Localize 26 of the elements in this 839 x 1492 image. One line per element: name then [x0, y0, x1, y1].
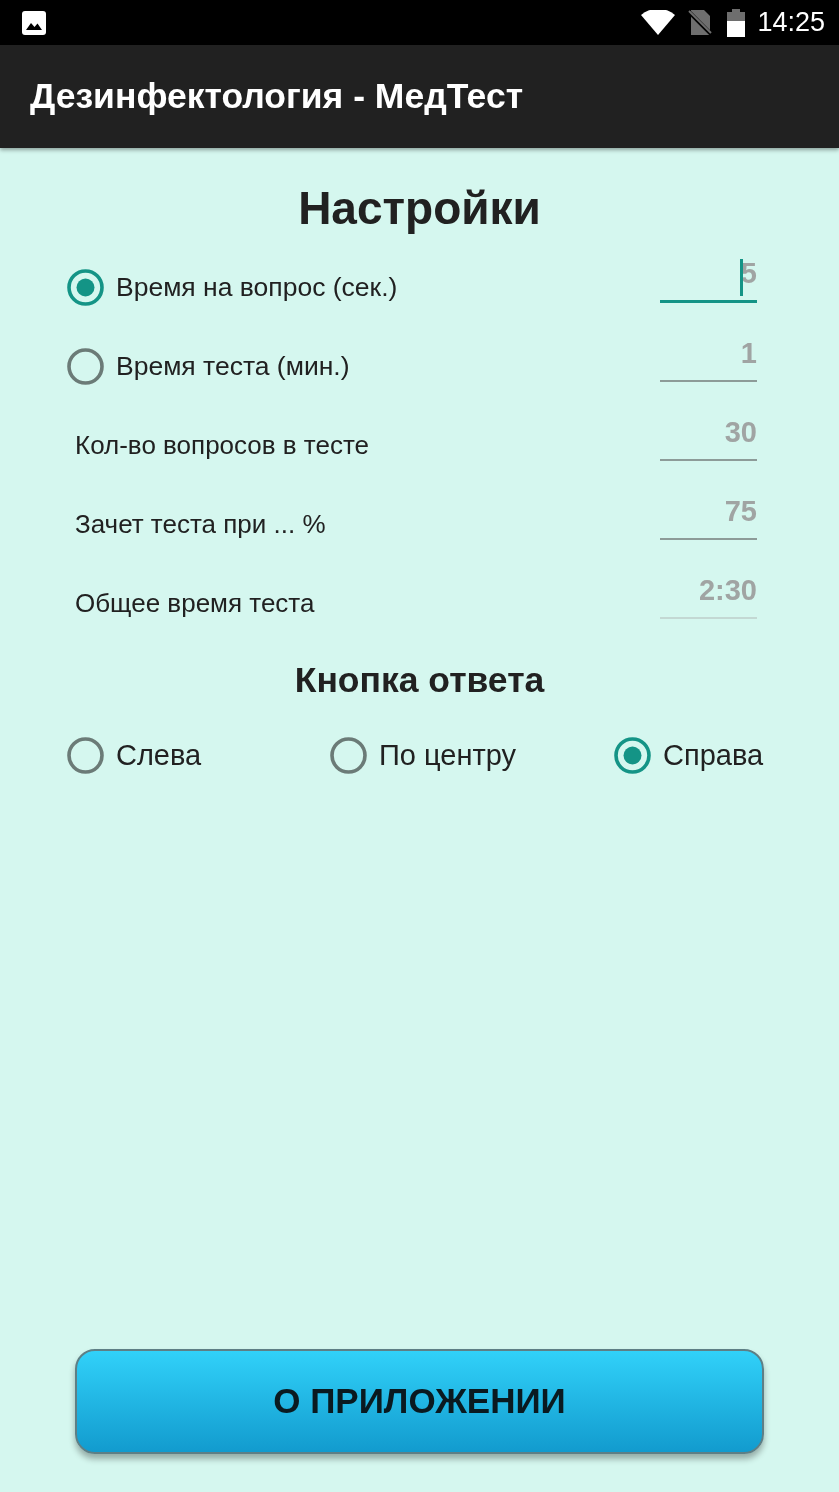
radio-button[interactable] — [614, 737, 651, 775]
input-field[interactable]: 30 — [660, 410, 757, 461]
radio-button[interactable] — [67, 348, 104, 386]
setting-label: Общее время теста — [75, 588, 315, 620]
settings-heading: Настройки — [297, 181, 542, 236]
setting-label: Зачет теста при ... % — [75, 509, 326, 541]
image-icon — [22, 10, 46, 35]
app-title: Дезинфектология - МедТест — [30, 75, 523, 118]
no-sim-icon — [688, 10, 713, 35]
radio-label: По центру — [379, 738, 517, 774]
clock-time: 14:25 — [757, 9, 825, 36]
about-button[interactable]: О ПРИЛОЖЕНИИ — [75, 1349, 764, 1454]
setting-label: Кол-во вопросов в тесте — [75, 430, 370, 462]
radio-button[interactable] — [67, 737, 104, 775]
radio-label: Слева — [116, 738, 202, 774]
radio-label: Время теста (мин.) — [116, 350, 350, 383]
section-heading: Кнопка ответа — [293, 659, 546, 702]
radio-button[interactable] — [330, 737, 367, 775]
wifi-icon — [641, 10, 676, 35]
input-field[interactable]: 1 — [660, 331, 757, 382]
input-field[interactable]: 75 — [660, 489, 757, 540]
battery-icon — [727, 8, 746, 37]
radio-label: Время на вопрос (сек.) — [116, 271, 398, 304]
radio-button[interactable] — [67, 269, 104, 307]
text-cursor-icon — [739, 258, 743, 296]
radio-label: Справа — [663, 738, 764, 774]
